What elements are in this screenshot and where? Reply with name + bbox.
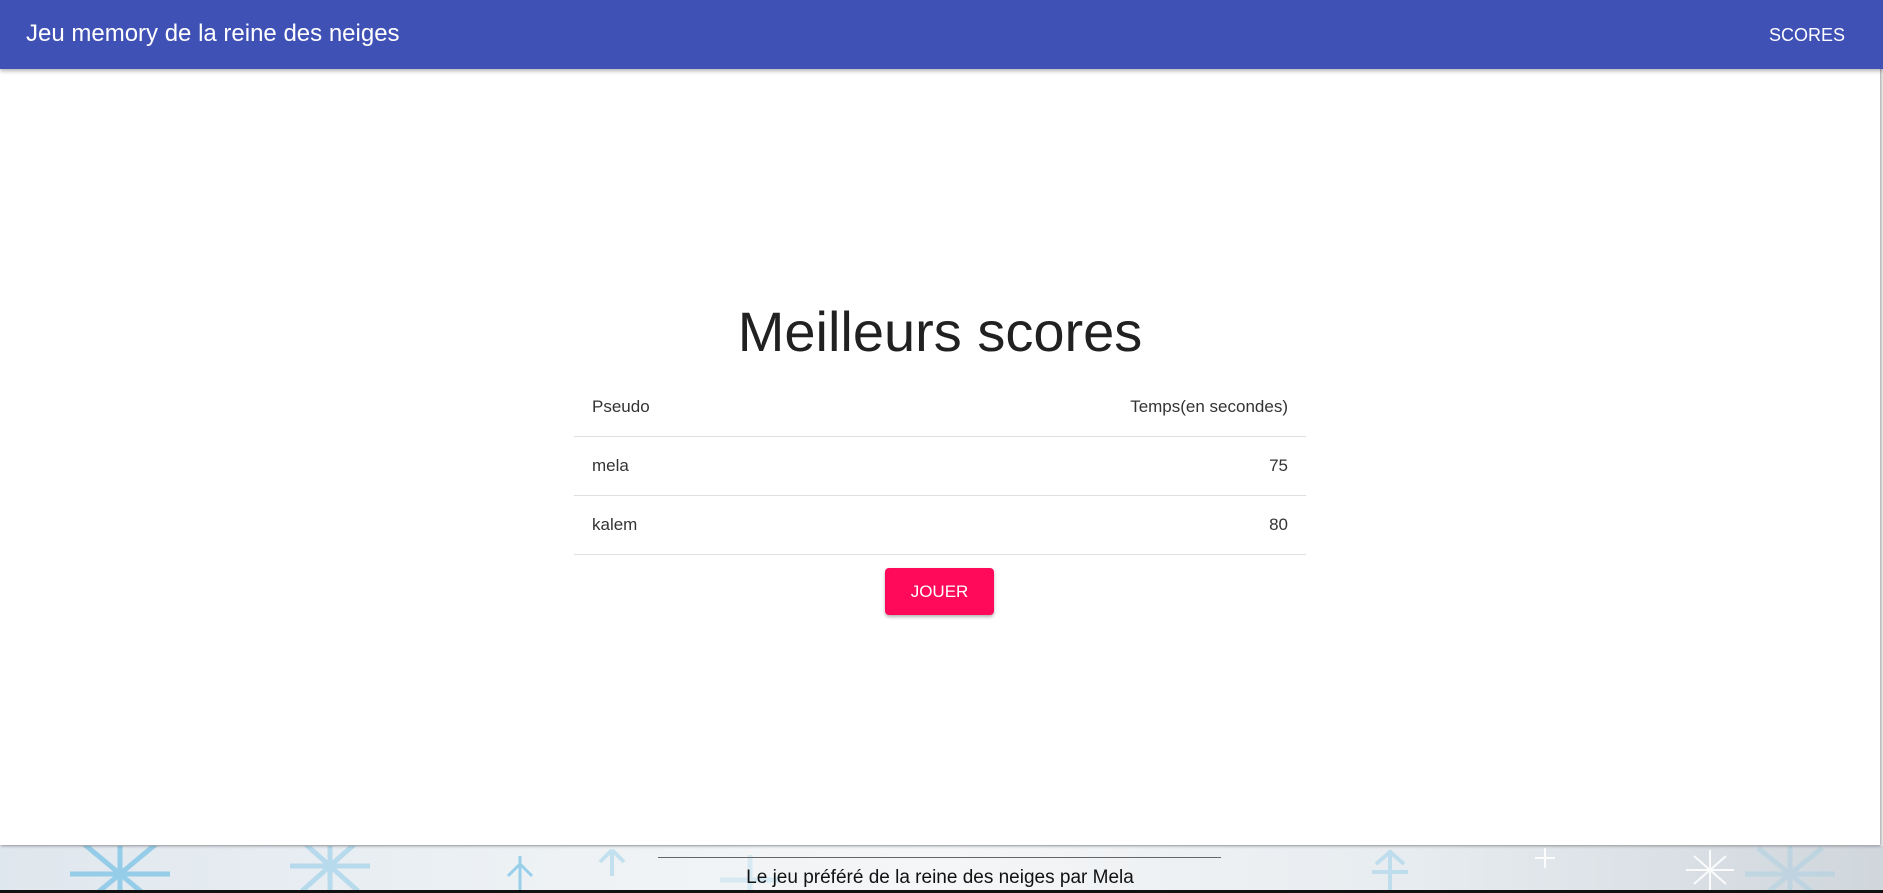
footer: Le jeu préféré de la reine des neiges pa… [0,846,1883,893]
app-title: Jeu memory de la reine des neiges [26,20,400,47]
page-title: Meilleurs scores [737,300,1143,363]
play-button[interactable]: JOUER [885,568,994,615]
table-row: kalem 80 [574,496,1306,555]
player-name: kalem [592,515,638,534]
player-name: mela [592,456,629,475]
main-content: Meilleurs scores Pseudo Temps(en seconde… [0,0,1880,845]
player-time: 75 [1269,456,1288,475]
scores-nav-link[interactable]: SCORES [1769,23,1845,47]
footer-divider [658,857,1221,858]
scores-table: Pseudo Temps(en secondes) mela 75 kalem … [574,378,1306,555]
page: Meilleurs scores Pseudo Temps(en seconde… [0,0,1883,893]
table-header-row: Pseudo Temps(en secondes) [574,378,1306,437]
column-header-time: Temps(en secondes) [1130,397,1288,416]
table-row: mela 75 [574,437,1306,496]
column-header-pseudo: Pseudo [592,397,650,416]
footer-credit: Le jeu préféré de la reine des neiges pa… [746,867,1134,888]
player-time: 80 [1269,515,1288,534]
app-toolbar: Jeu memory de la reine des neiges SCORES [0,0,1883,69]
